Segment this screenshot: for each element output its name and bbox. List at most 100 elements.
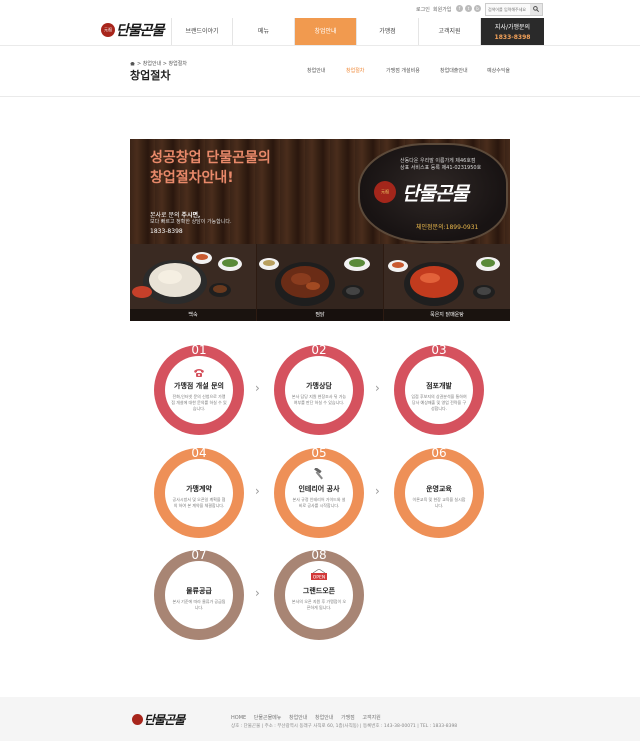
logo-seal: 元祖 <box>101 23 115 37</box>
step-number: 06 <box>431 446 447 460</box>
footer-nav: HOME 단물곤물메뉴 창업안내 창업안내 가맹점 고객지원 <box>231 714 387 721</box>
step-number: 08 <box>311 548 327 562</box>
banner-phone: 1833-8398 <box>150 228 183 235</box>
step-07: 07 물류공급 본사 기준에 따라 물류가 공급됩니다. <box>154 548 244 640</box>
step-desc: 본사 담당 지원 현장조사 뒤 가능 여부를 판단 하실 수 있습니다. <box>291 394 347 405</box>
facebook-icon[interactable]: f <box>456 5 463 12</box>
tab-loan-guide[interactable]: 창업대출안내 <box>440 67 468 74</box>
sign-line-2: 상표 서비스표 등록 제41-0231950호 <box>400 165 482 171</box>
join-link[interactable]: 회원가입 <box>433 6 451 13</box>
step-title: 점포개발 <box>426 382 452 390</box>
step-title: 가맹점 개설 문의 <box>174 382 224 390</box>
sign-line-1: 산동다운 우리말 이름가게 제46호점 <box>400 158 476 164</box>
franchise-inquiry[interactable]: 지사/가맹문의 1833-8398 <box>481 18 544 45</box>
brand-logo[interactable]: 元祖 단물곤물 <box>101 18 167 46</box>
step-05: 05 인테리어 공사 본사 규정 인테리어 가이드와 설비로 공사를 시작합니다… <box>274 446 364 538</box>
home-icon[interactable] <box>130 61 135 66</box>
food-label: 백숙 <box>130 309 256 321</box>
tab-expected-profit[interactable]: 예상수익율 <box>487 67 510 74</box>
footer-link-menu[interactable]: 단물곤물메뉴 <box>254 715 282 721</box>
nav-stores[interactable]: 가맹점 <box>357 18 419 45</box>
step-title: 가맹계약 <box>186 485 212 493</box>
food-label: 묵은지 닭매운탕 <box>384 309 510 321</box>
franchise-title: 지사/가맹문의 <box>494 24 531 31</box>
sign-brand: 단물곤물 <box>402 183 469 205</box>
chevron-right-icon: › <box>255 381 260 395</box>
step-desc: 본사 기준에 따라 물류가 공급됩니다. <box>172 599 226 610</box>
step-desc: 전화,인터넷 문의 신청으로 가맹점 개설에 대한 문의를 하실 수 있습니다. <box>171 394 227 411</box>
page-title: 창업절차 <box>130 69 171 82</box>
store-signboard: 산동다운 우리말 이름가게 제46호점 상표 서비스표 등록 제41-02319… <box>358 143 508 243</box>
step-08: 08 OPEN 그랜드오픈 본사의 오픈 지원 후 가맹점이 오픈하게 됩니다. <box>274 548 364 640</box>
sign-seal: 元祖 <box>374 181 396 203</box>
footer-link-startup-2[interactable]: 창업안내 <box>315 715 333 721</box>
step-desc: 입점 후보지의 상권분석을 통하여 당사 예상매출 및 영업 전략을 구성합니다… <box>411 394 467 411</box>
banner-headline-2: 창업절차안내! <box>150 170 234 186</box>
step-number: 02 <box>311 343 327 357</box>
blog-icon[interactable]: b <box>474 5 481 12</box>
divider <box>0 96 640 97</box>
step-desc: 이론교육 및 현장 교육을 실시합니다. <box>412 497 466 508</box>
footer-address: 상호 : 단물곤물 | 주소 : 부산광역시 동래구 사직로 60, 1층(사직… <box>231 724 458 729</box>
search-box <box>485 3 543 16</box>
step-desc: 본사 규정 인테리어 가이드와 설비로 공사를 시작합니다. <box>292 497 346 508</box>
chevron-right-icon: › <box>375 484 380 498</box>
step-02: 02 가맹상담 본사 담당 지원 현장조사 뒤 가능 여부를 판단 하실 수 있… <box>274 343 364 435</box>
utility-bar: 로그인 회원가입 f t b <box>0 2 640 16</box>
nav-startup[interactable]: 창업안내 <box>295 18 357 45</box>
twitter-icon[interactable]: t <box>465 5 472 12</box>
step-title: 인테리어 공사 <box>298 485 340 493</box>
nav-brand-story[interactable]: 브랜드이야기 <box>172 18 233 45</box>
step-number: 05 <box>311 446 327 460</box>
nav-support[interactable]: 고객지원 <box>419 18 481 45</box>
open-sign-icon: OPEN <box>311 569 327 581</box>
food-image-baeksuk: 백숙 <box>130 244 256 321</box>
banner-headline-1: 성공창업 단물곤물의 <box>150 150 271 166</box>
step-title: 가맹상담 <box>306 382 332 390</box>
footer-link-startup[interactable]: 창업안내 <box>289 715 307 721</box>
food-image-maeuntang: 묵은지 닭매운탕 <box>384 244 510 321</box>
food-label: 찜닭 <box>257 309 383 321</box>
footer-link-stores[interactable]: 가맹점 <box>341 715 355 721</box>
tab-startup-process[interactable]: 창업절차 <box>346 67 364 74</box>
step-number: 07 <box>191 548 207 562</box>
startup-banner: 성공창업 단물곤물의 창업절차안내! 본사로 문의 주시면, 보다 빠르고 정확… <box>130 139 510 321</box>
telephone-icon <box>194 369 204 377</box>
divider <box>0 45 640 46</box>
search-input[interactable] <box>488 5 530 14</box>
logo-text: 단물곤물 <box>116 23 165 39</box>
sign-tel: 체인점문의:1899-0931 <box>416 224 479 231</box>
tab-startup-guide[interactable]: 창업안내 <box>307 67 325 74</box>
nav-menu[interactable]: 메뉴 <box>233 18 295 45</box>
open-badge-text: OPEN <box>313 575 325 581</box>
breadcrumb: > 창업안내 > 창업절차 <box>130 60 187 67</box>
step-title: 운영교육 <box>426 485 452 493</box>
step-title: 물류공급 <box>186 587 212 595</box>
chevron-right-icon: › <box>255 484 260 498</box>
step-04: 04 가맹계약 공사시방서 및 오픈일 계획을 협의 하여 본 계약을 체결합니… <box>154 446 244 538</box>
step-03: 03 점포개발 입점 후보지의 상권분석을 통하여 당사 예상매출 및 영업 전… <box>394 343 484 435</box>
footer-link-home[interactable]: HOME <box>231 715 246 721</box>
footer-logo-text: 단물곤물 <box>144 713 185 727</box>
tab-opening-cost[interactable]: 가맹점 개설비용 <box>386 67 420 74</box>
search-button[interactable] <box>530 4 542 15</box>
footer-link-support[interactable]: 고객지원 <box>362 715 380 721</box>
main-nav: 브랜드이야기 메뉴 창업안내 가맹점 고객지원 <box>171 18 481 45</box>
step-number: 04 <box>191 446 207 460</box>
hammer-icon <box>314 468 323 480</box>
step-06: 06 운영교육 이론교육 및 현장 교육을 실시합니다. <box>394 446 484 538</box>
step-desc: 본사의 오픈 지원 후 가맹점이 오픈하게 됩니다. <box>291 599 347 610</box>
chevron-right-icon: › <box>375 381 380 395</box>
step-number: 03 <box>431 343 447 357</box>
site-footer: 단물곤물 HOME 단물곤물메뉴 창업안내 창업안내 가맹점 고객지원 상호 :… <box>0 697 640 741</box>
franchise-phone: 1833-8398 <box>494 34 531 41</box>
login-link[interactable]: 로그인 <box>416 6 430 13</box>
search-icon <box>533 6 539 12</box>
step-01: 01 가맹점 개설 문의 전화,인터넷 문의 신청으로 가맹점 개설에 대한 문… <box>154 343 244 435</box>
food-image-jjimdak: 찜닭 <box>257 244 383 321</box>
footer-logo-seal <box>132 714 143 725</box>
step-title: 그랜드오픈 <box>302 587 336 595</box>
banner-desc-2: 보다 빠르고 정확한 상담이 가능합니다. <box>150 219 232 225</box>
chevron-right-icon: › <box>255 586 260 600</box>
step-number: 01 <box>191 343 207 357</box>
